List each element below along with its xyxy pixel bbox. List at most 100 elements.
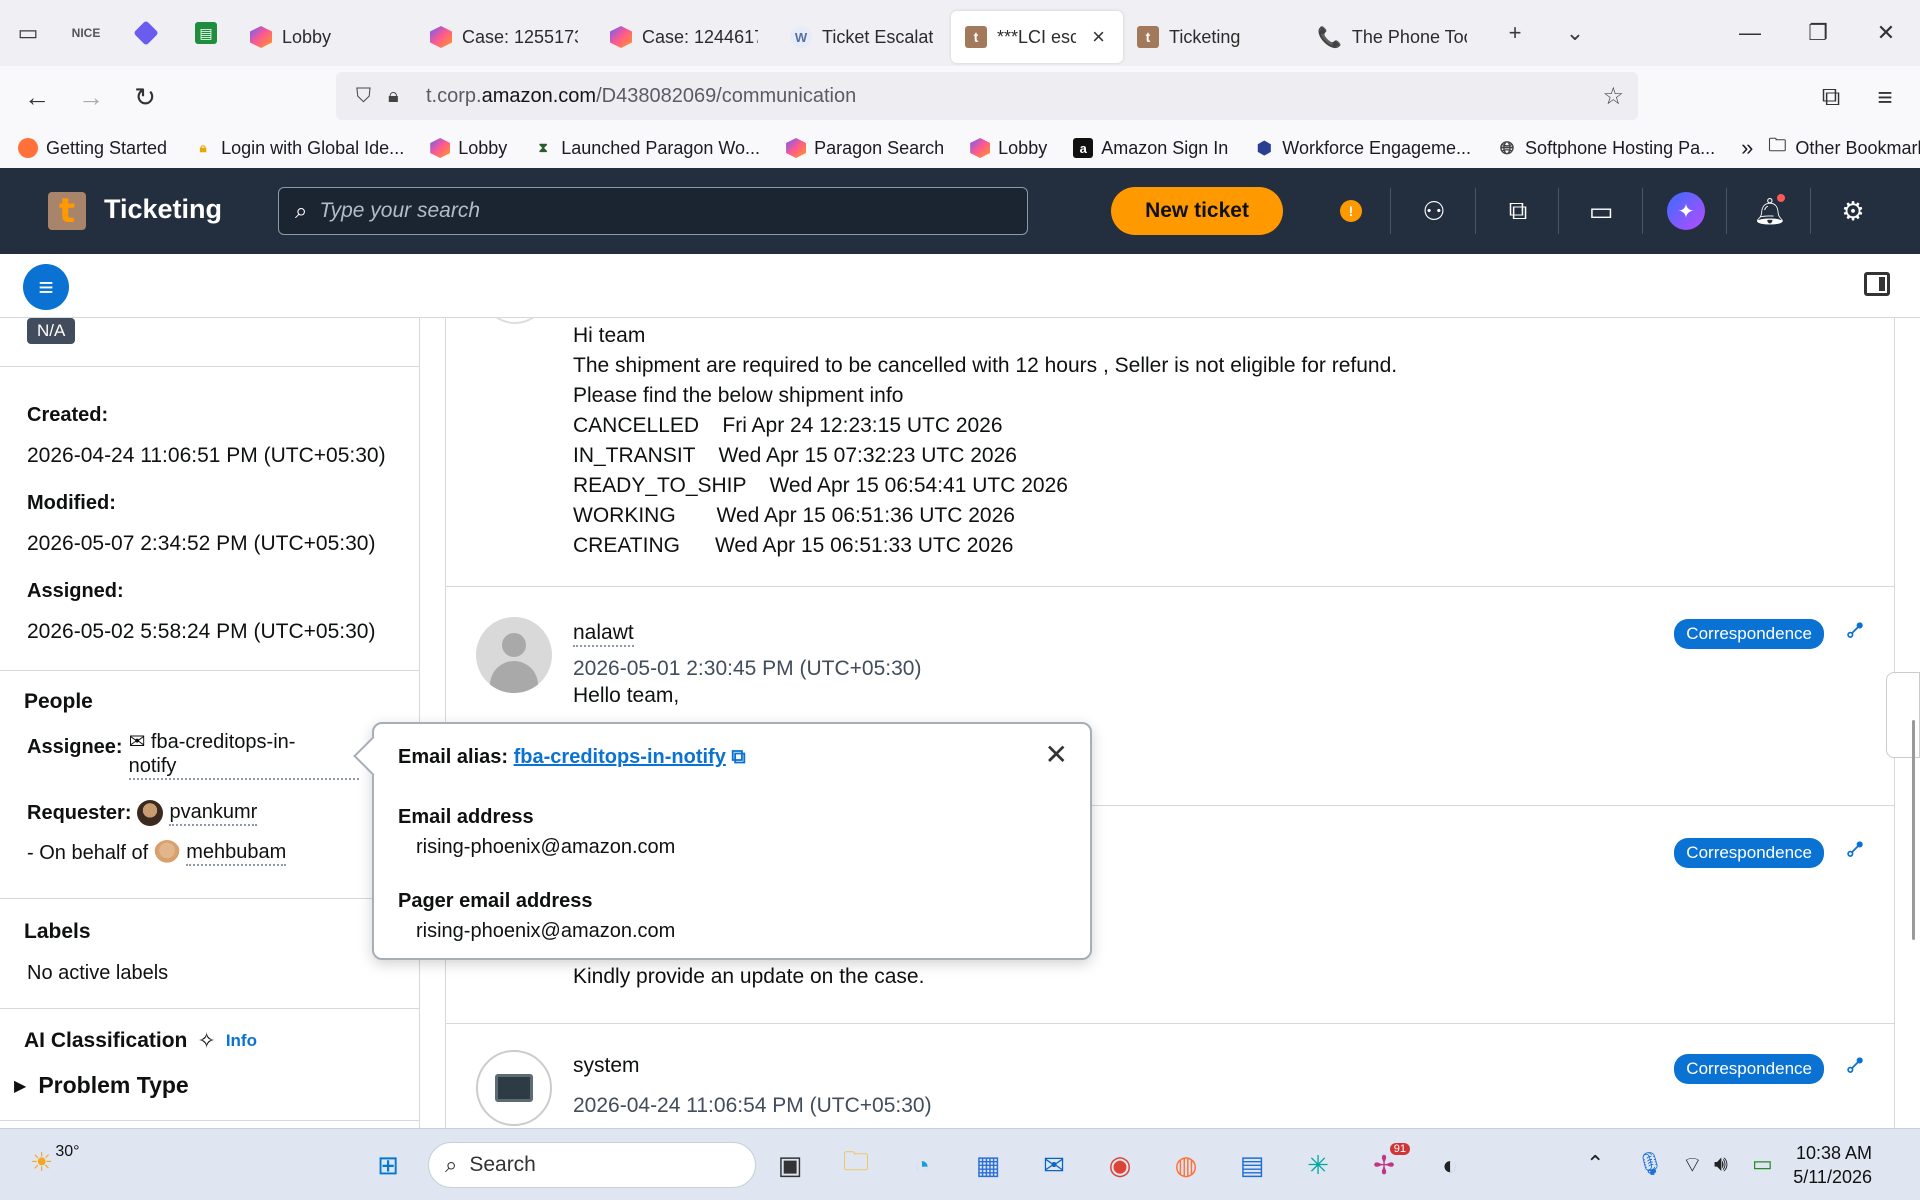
- gear-icon[interactable]: ⚙: [1832, 190, 1874, 232]
- tab-lobby[interactable]: Lobby: [236, 11, 416, 63]
- weather-widget[interactable]: ☀ 30°: [30, 1143, 80, 1178]
- star-icon[interactable]: ☆: [1602, 82, 1624, 111]
- bookmarks-bar: Getting Started 🔒︎ Login with Global Ide…: [0, 128, 1920, 168]
- pinned-tab-sheets[interactable]: ▤: [176, 0, 236, 66]
- paragon-cube-icon: [430, 26, 452, 48]
- menu-hamburger-icon[interactable]: ≡: [1858, 70, 1912, 124]
- bookmarks-overflow-chevron-icon[interactable]: »: [1741, 135, 1753, 161]
- ticketing-logo-icon[interactable]: t: [48, 191, 86, 231]
- ai-info-link[interactable]: Info: [226, 1031, 257, 1051]
- paragon-cube-icon: [610, 26, 632, 48]
- close-icon[interactable]: ×: [1092, 24, 1105, 50]
- shield-icon[interactable]: ⛉: [356, 85, 371, 108]
- people-icon[interactable]: ⚇: [1413, 190, 1455, 232]
- bookmark-login-global[interactable]: 🔒︎ Login with Global Ide...: [193, 138, 405, 159]
- search-input[interactable]: [319, 199, 1000, 223]
- email-alias-label: Email alias:: [398, 746, 509, 768]
- tab-list-chevron-down-icon[interactable]: ⌄: [1545, 0, 1605, 66]
- volume-icon[interactable]: 🔊︎: [1714, 1151, 1728, 1177]
- alert-circle-icon[interactable]: !: [1330, 190, 1372, 232]
- new-tab-plus-icon[interactable]: +: [1485, 0, 1545, 66]
- assistant-icon[interactable]: ✦: [1665, 190, 1707, 232]
- close-icon[interactable]: ✕: [1045, 738, 1068, 771]
- extensions-icon[interactable]: ⧉: [1804, 70, 1858, 124]
- reload-icon[interactable]: ↻: [118, 70, 172, 124]
- file-explorer-icon[interactable]: 🗀: [836, 1145, 876, 1185]
- circle-app-icon[interactable]: ◐: [1430, 1145, 1470, 1185]
- browser-nav-bar: ← → ↻ ⛉ 🔒︎ t.corp.amazon.com/D438082069/…: [0, 66, 1920, 128]
- header-search[interactable]: ⌕: [278, 187, 1028, 235]
- message-author[interactable]: nalawt: [573, 621, 634, 647]
- firefox-icon[interactable]: ◍: [1166, 1145, 1206, 1185]
- assignee-name-line2: notify: [128, 754, 359, 780]
- tab-case-1255173[interactable]: Case: 1255173: [416, 11, 596, 63]
- pinned-tab-nice[interactable]: NICE: [56, 0, 116, 66]
- bookmark-getting-started[interactable]: Getting Started: [18, 138, 167, 159]
- bookmark-softphone[interactable]: 🌐︎ Softphone Hosting Pa...: [1497, 138, 1715, 159]
- bookmark-launched-paragon[interactable]: ⧗ Launched Paragon Wo...: [533, 138, 760, 159]
- back-arrow-icon[interactable]: ←: [10, 70, 64, 124]
- minimize-icon[interactable]: —: [1716, 0, 1784, 66]
- new-ticket-button[interactable]: New ticket: [1111, 187, 1283, 235]
- task-view-icon[interactable]: ▣: [770, 1145, 810, 1185]
- taskbar-clock[interactable]: 10:38 AM 5/11/2026: [1793, 1141, 1872, 1189]
- ticket-details-sidebar: N/A Created: 2026-04-24 11:06:51 PM (UTC…: [0, 318, 420, 1128]
- store-icon[interactable]: ▦: [968, 1145, 1008, 1185]
- forward-arrow-icon[interactable]: →: [64, 70, 118, 124]
- battery-icon[interactable]: ▭: [1752, 1151, 1773, 1177]
- requester-value[interactable]: pvankumr: [169, 801, 258, 826]
- email-alias-link[interactable]: fba-creditops-in-notify: [514, 746, 726, 768]
- restore-icon[interactable]: ❐: [1784, 0, 1852, 66]
- taskbar-search[interactable]: ⌕ Search: [428, 1142, 756, 1188]
- slack-icon[interactable]: ✢ 91: [1364, 1143, 1410, 1185]
- app-title[interactable]: Ticketing: [104, 194, 222, 225]
- scrollbar-thumb[interactable]: [1912, 720, 1915, 940]
- lock-icon[interactable]: 🔒︎: [388, 85, 399, 108]
- tab-ticketing[interactable]: t Ticketing: [1123, 11, 1303, 63]
- pinned-tab-copilot[interactable]: [116, 0, 176, 66]
- sidebar-divider: [0, 1008, 419, 1009]
- tray-chevron-up-icon[interactable]: ⌃: [1586, 1151, 1604, 1177]
- slack-badge: 91: [1389, 1143, 1410, 1155]
- bookmark-label: Amazon Sign In: [1101, 137, 1229, 158]
- tab-ticket-escalation[interactable]: W Ticket Escalatic: [776, 11, 951, 63]
- bookmark-workforce[interactable]: ⬢ Workforce Engageme...: [1254, 138, 1471, 159]
- chrome-icon[interactable]: ◉: [1100, 1145, 1140, 1185]
- assignee-value[interactable]: ✉ fba-creditops-in- notify: [128, 730, 359, 780]
- bookmark-amazon-sign-in[interactable]: a Amazon Sign In: [1073, 138, 1228, 159]
- on-behalf-value[interactable]: mehbubam: [186, 841, 287, 866]
- bell-icon[interactable]: 🔔︎: [1749, 190, 1791, 232]
- problem-type-toggle[interactable]: ▶ Problem Type: [14, 1072, 189, 1099]
- problem-type-label: Problem Type: [38, 1072, 189, 1098]
- tab-phone-tool[interactable]: 📞 The Phone Too: [1303, 11, 1485, 63]
- message-line: READY_TO_SHIP Wed Apr 15 06:54:41 UTC 20…: [573, 474, 1068, 497]
- bookmark-lobby[interactable]: Lobby: [430, 138, 507, 159]
- url-text: t.corp.amazon.com/D438082069/communicati…: [426, 85, 856, 108]
- windows-start-icon[interactable]: ⊞: [368, 1145, 408, 1185]
- notepad-icon[interactable]: ▤: [1232, 1145, 1272, 1185]
- bookmark-other[interactable]: 🗀 Other Bookmarks: [1767, 135, 1920, 159]
- wifi-icon[interactable]: ⌔: [1682, 1151, 1703, 1179]
- edge-icon[interactable]: ◔: [902, 1145, 942, 1185]
- screens-icon[interactable]: ⧉: [1497, 190, 1539, 232]
- chat-icon[interactable]: ▭: [1580, 190, 1622, 232]
- connect-app-icon[interactable]: ✳: [1298, 1145, 1338, 1185]
- tab-lci-escalation[interactable]: t ***LCI escala ×: [951, 11, 1123, 63]
- created-value: 2026-04-24 11:06:51 PM (UTC+05:30): [27, 444, 386, 467]
- link-icon[interactable]: ⊶: [1838, 832, 1872, 866]
- bookmark-paragon-search[interactable]: Paragon Search: [786, 138, 944, 159]
- search-icon: ⌕: [445, 1152, 458, 1177]
- side-menu-button[interactable]: ≡: [23, 264, 69, 310]
- bookmark-lobby-2[interactable]: Lobby: [970, 138, 1047, 159]
- window-close-icon[interactable]: ✕: [1852, 0, 1920, 66]
- tab-case-1244617[interactable]: Case: 1244617: [596, 11, 776, 63]
- external-link-icon[interactable]: ⧉: [731, 746, 745, 768]
- globe-icon: 🌐︎: [1499, 137, 1515, 158]
- link-icon[interactable]: ⊶: [1838, 1048, 1872, 1082]
- link-icon[interactable]: ⊶: [1838, 613, 1872, 647]
- url-bar[interactable]: ⛉ 🔒︎ t.corp.amazon.com/D438082069/commun…: [336, 72, 1638, 120]
- microphone-icon[interactable]: 🎙︎: [1636, 1151, 1664, 1177]
- outlook-icon[interactable]: ✉: [1034, 1145, 1074, 1185]
- panel-toggle-icon[interactable]: [1864, 272, 1890, 296]
- tab-manager-icon[interactable]: ▭: [0, 0, 56, 66]
